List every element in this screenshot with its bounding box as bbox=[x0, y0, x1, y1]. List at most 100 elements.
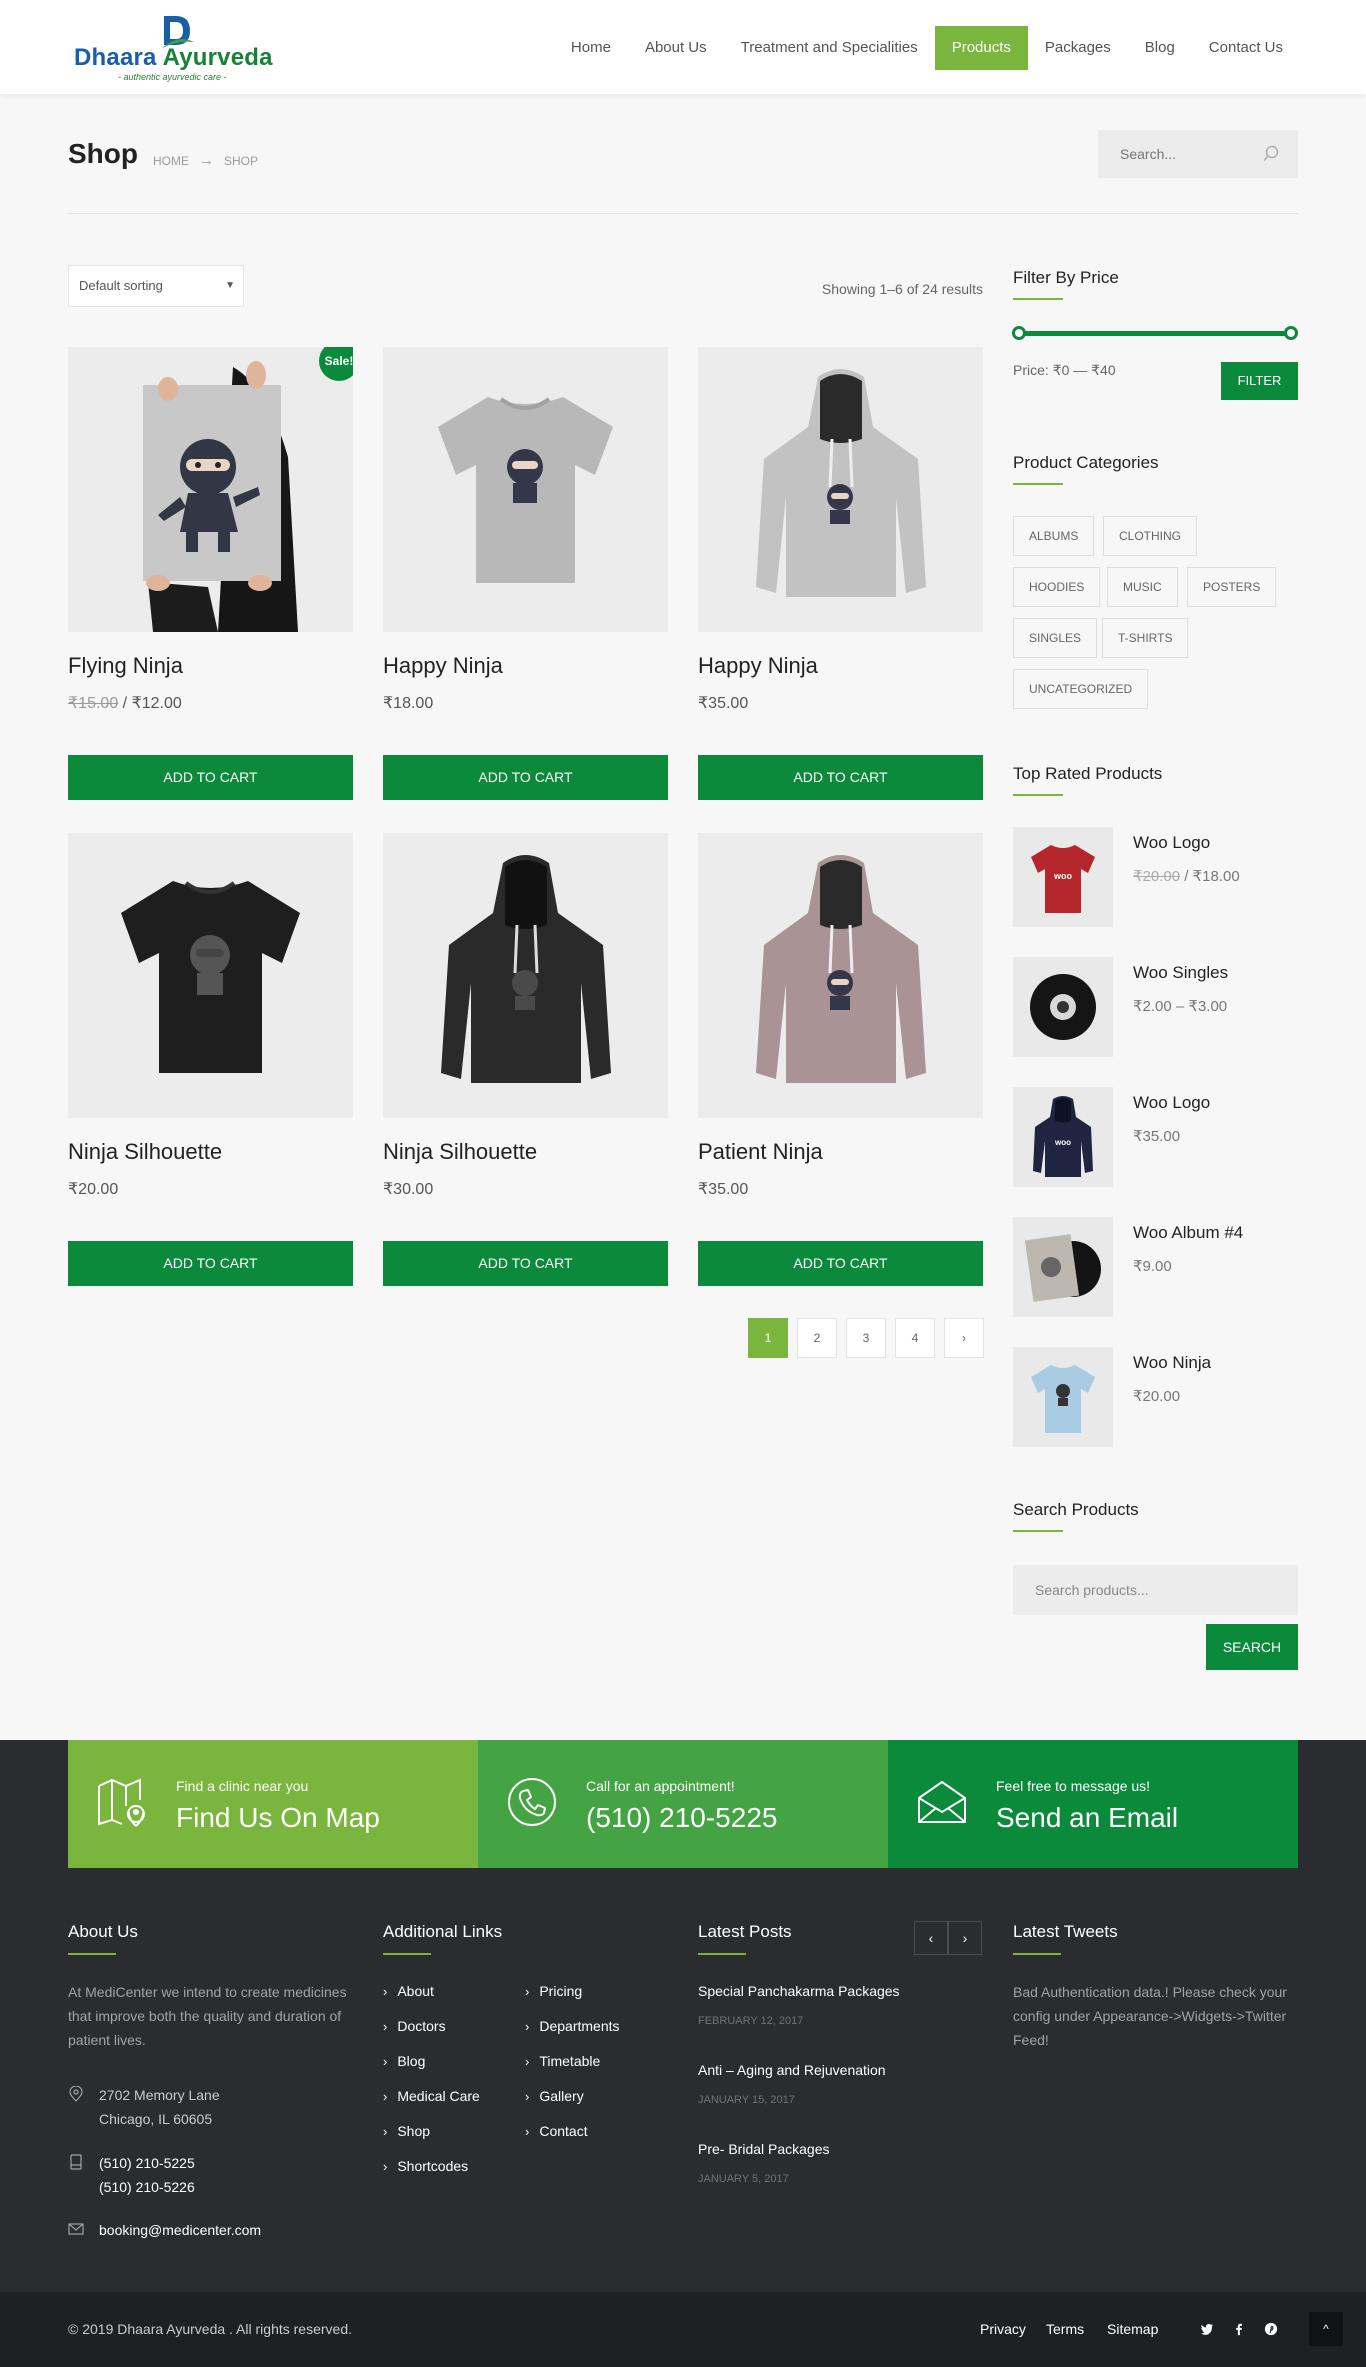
top-rated-item[interactable]: Woo Album #4 ₹9.00 bbox=[1013, 1217, 1298, 1317]
add-to-cart-button[interactable]: ADD TO CART bbox=[68, 1241, 353, 1286]
facebook-icon[interactable] bbox=[1222, 2312, 1256, 2346]
chevron-right-icon[interactable]: › bbox=[948, 1921, 982, 1955]
footer-link-timetable[interactable]: › Timetable bbox=[525, 2053, 600, 2069]
header-search bbox=[1098, 130, 1298, 178]
mobile-icon bbox=[70, 2154, 82, 2170]
product-image[interactable] bbox=[698, 833, 983, 1118]
product-name[interactable]: Ninja Silhouette bbox=[68, 1139, 222, 1165]
privacy-link[interactable]: Privacy bbox=[980, 2321, 1026, 2337]
top-rated-item[interactable]: Woo Ninja ₹20.00 bbox=[1013, 1347, 1298, 1447]
footer-link-departments[interactable]: › Departments bbox=[525, 2018, 620, 2034]
category-clothing[interactable]: CLOTHING bbox=[1103, 516, 1198, 556]
footer-link-shop[interactable]: › Shop bbox=[383, 2123, 430, 2139]
top-rated-item[interactable]: woo Woo Logo ₹35.00 bbox=[1013, 1087, 1298, 1187]
search-icon[interactable] bbox=[1262, 145, 1280, 163]
category-posters[interactable]: POSTERS bbox=[1187, 567, 1277, 607]
top-rated-item[interactable]: Woo Singles ₹2.00 – ₹3.00 bbox=[1013, 957, 1298, 1057]
footer-link-contact[interactable]: › Contact bbox=[525, 2123, 588, 2139]
product-name[interactable]: Ninja Silhouette bbox=[383, 1139, 537, 1165]
site-logo[interactable]: Dhaara Ayurveda - authentic ayurvedic ca… bbox=[74, 10, 284, 86]
product-search-input[interactable]: Search products... bbox=[1013, 1565, 1298, 1615]
footer-link-gallery[interactable]: › Gallery bbox=[525, 2088, 584, 2104]
footer-link-medical-care[interactable]: › Medical Care bbox=[383, 2088, 480, 2104]
price-slider-min-handle[interactable] bbox=[1012, 326, 1026, 340]
product-image[interactable] bbox=[698, 347, 983, 632]
product-image[interactable] bbox=[68, 833, 353, 1118]
product-image[interactable] bbox=[383, 833, 668, 1118]
product-price: ₹20.00 bbox=[68, 1181, 119, 1198]
nav-treatment[interactable]: Treatment and Specialities bbox=[724, 26, 935, 70]
search-button[interactable]: SEARCH bbox=[1206, 1624, 1298, 1670]
nav-packages[interactable]: Packages bbox=[1028, 26, 1128, 70]
hoodie-grey-icon bbox=[756, 369, 926, 597]
nav-blog[interactable]: Blog bbox=[1128, 26, 1192, 70]
top-rated-name: Woo Album #4 bbox=[1133, 1223, 1244, 1242]
page-4-button[interactable]: 4 bbox=[895, 1318, 935, 1358]
nav-contact-us[interactable]: Contact Us bbox=[1192, 26, 1300, 70]
add-to-cart-button[interactable]: ADD TO CART bbox=[698, 1241, 983, 1286]
product-name[interactable]: Happy Ninja bbox=[383, 653, 503, 679]
add-to-cart-button[interactable]: ADD TO CART bbox=[68, 755, 353, 800]
product-price: ₹35.00 bbox=[698, 695, 749, 712]
product-price: ₹15.00 / ₹12.00 bbox=[68, 695, 182, 712]
product-name[interactable]: Flying Ninja bbox=[68, 653, 183, 679]
footer-link-pricing[interactable]: › Pricing bbox=[525, 1983, 582, 1999]
product-price: ₹35.00 bbox=[698, 1181, 749, 1198]
post-title[interactable]: Pre- Bridal Packages bbox=[698, 2141, 830, 2157]
next-page-button[interactable]: › bbox=[944, 1318, 984, 1358]
category-t-shirts[interactable]: T-SHIRTS bbox=[1102, 618, 1189, 658]
cta-phone[interactable]: Call for an appointment! (510) 210-5225 bbox=[478, 1740, 888, 1868]
footer-link-blog[interactable]: › Blog bbox=[383, 2053, 425, 2069]
pinterest-icon[interactable] bbox=[1254, 2312, 1288, 2346]
footer-link-shortcodes[interactable]: › Shortcodes bbox=[383, 2158, 468, 2174]
terms-link[interactable]: Terms bbox=[1046, 2321, 1084, 2337]
footer-link-doctors[interactable]: › Doctors bbox=[383, 2018, 446, 2034]
header-search-input[interactable] bbox=[1098, 130, 1248, 178]
chevron-left-icon[interactable]: ‹ bbox=[914, 1921, 948, 1955]
sorting-select[interactable]: Default sorting ▼ bbox=[68, 265, 244, 307]
post-title[interactable]: Special Panchakarma Packages bbox=[698, 1983, 900, 1999]
filter-title: Filter By Price bbox=[1013, 268, 1119, 287]
product-image[interactable] bbox=[383, 347, 668, 632]
nav-home[interactable]: Home bbox=[554, 26, 628, 70]
location-pin-icon bbox=[69, 2086, 83, 2102]
nav-products[interactable]: Products bbox=[934, 26, 1028, 70]
add-to-cart-button[interactable]: ADD TO CART bbox=[383, 1241, 668, 1286]
product-image[interactable]: Sale! bbox=[68, 347, 353, 632]
price-slider-track[interactable] bbox=[1019, 331, 1291, 336]
red-tshirt-icon: woo bbox=[1031, 845, 1095, 913]
sitemap-link[interactable]: Sitemap bbox=[1107, 2321, 1158, 2337]
product-card: Ninja Silhouette ₹30.00 ADD TO CART bbox=[383, 833, 668, 1286]
product-name[interactable]: Happy Ninja bbox=[698, 653, 818, 679]
twitter-icon[interactable] bbox=[1190, 2312, 1224, 2346]
footer-link-about[interactable]: › About bbox=[383, 1983, 434, 1999]
category-singles[interactable]: SINGLES bbox=[1013, 618, 1098, 658]
add-to-cart-button[interactable]: ADD TO CART bbox=[698, 755, 983, 800]
title-underline bbox=[1013, 1953, 1061, 1955]
top-rated-price: ₹35.00 bbox=[1133, 1128, 1181, 1145]
breadcrumb-current: SHOP bbox=[224, 153, 259, 168]
page-title: Shop bbox=[68, 138, 138, 169]
top-rated-price: ₹20.00 / ₹18.00 bbox=[1133, 868, 1240, 885]
price-slider-max-handle[interactable] bbox=[1284, 326, 1298, 340]
title-underline bbox=[1013, 483, 1063, 485]
page-1-button[interactable]: 1 bbox=[748, 1318, 788, 1358]
product-name[interactable]: Patient Ninja bbox=[698, 1139, 823, 1165]
category-hoodies[interactable]: HOODIES bbox=[1013, 567, 1101, 607]
cta-map[interactable]: Find a clinic near you Find Us On Map bbox=[68, 1740, 478, 1868]
cta-email[interactable]: Feel free to message us! Send an Email bbox=[888, 1740, 1298, 1868]
add-to-cart-button[interactable]: ADD TO CART bbox=[383, 755, 668, 800]
page-3-button[interactable]: 3 bbox=[846, 1318, 886, 1358]
category-music[interactable]: MUSIC bbox=[1107, 567, 1178, 607]
category-uncategorized[interactable]: UNCATEGORIZED bbox=[1013, 669, 1149, 709]
post-title[interactable]: Anti – Aging and Rejuvenation bbox=[698, 2062, 886, 2078]
category-albums[interactable]: ALBUMS bbox=[1013, 516, 1095, 556]
page-2-button[interactable]: 2 bbox=[797, 1318, 837, 1358]
breadcrumb-home[interactable]: HOME bbox=[153, 154, 189, 168]
copyright: © 2019 Dhaara Ayurveda . All rights rese… bbox=[68, 2321, 352, 2337]
arrow-right-icon: → bbox=[199, 152, 214, 169]
top-rated-item[interactable]: woo Woo Logo ₹20.00 / ₹18.00 bbox=[1013, 827, 1298, 927]
back-to-top-button[interactable]: ^ bbox=[1309, 2312, 1343, 2346]
filter-button[interactable]: FILTER bbox=[1221, 362, 1298, 400]
nav-about-us[interactable]: About Us bbox=[628, 26, 724, 70]
